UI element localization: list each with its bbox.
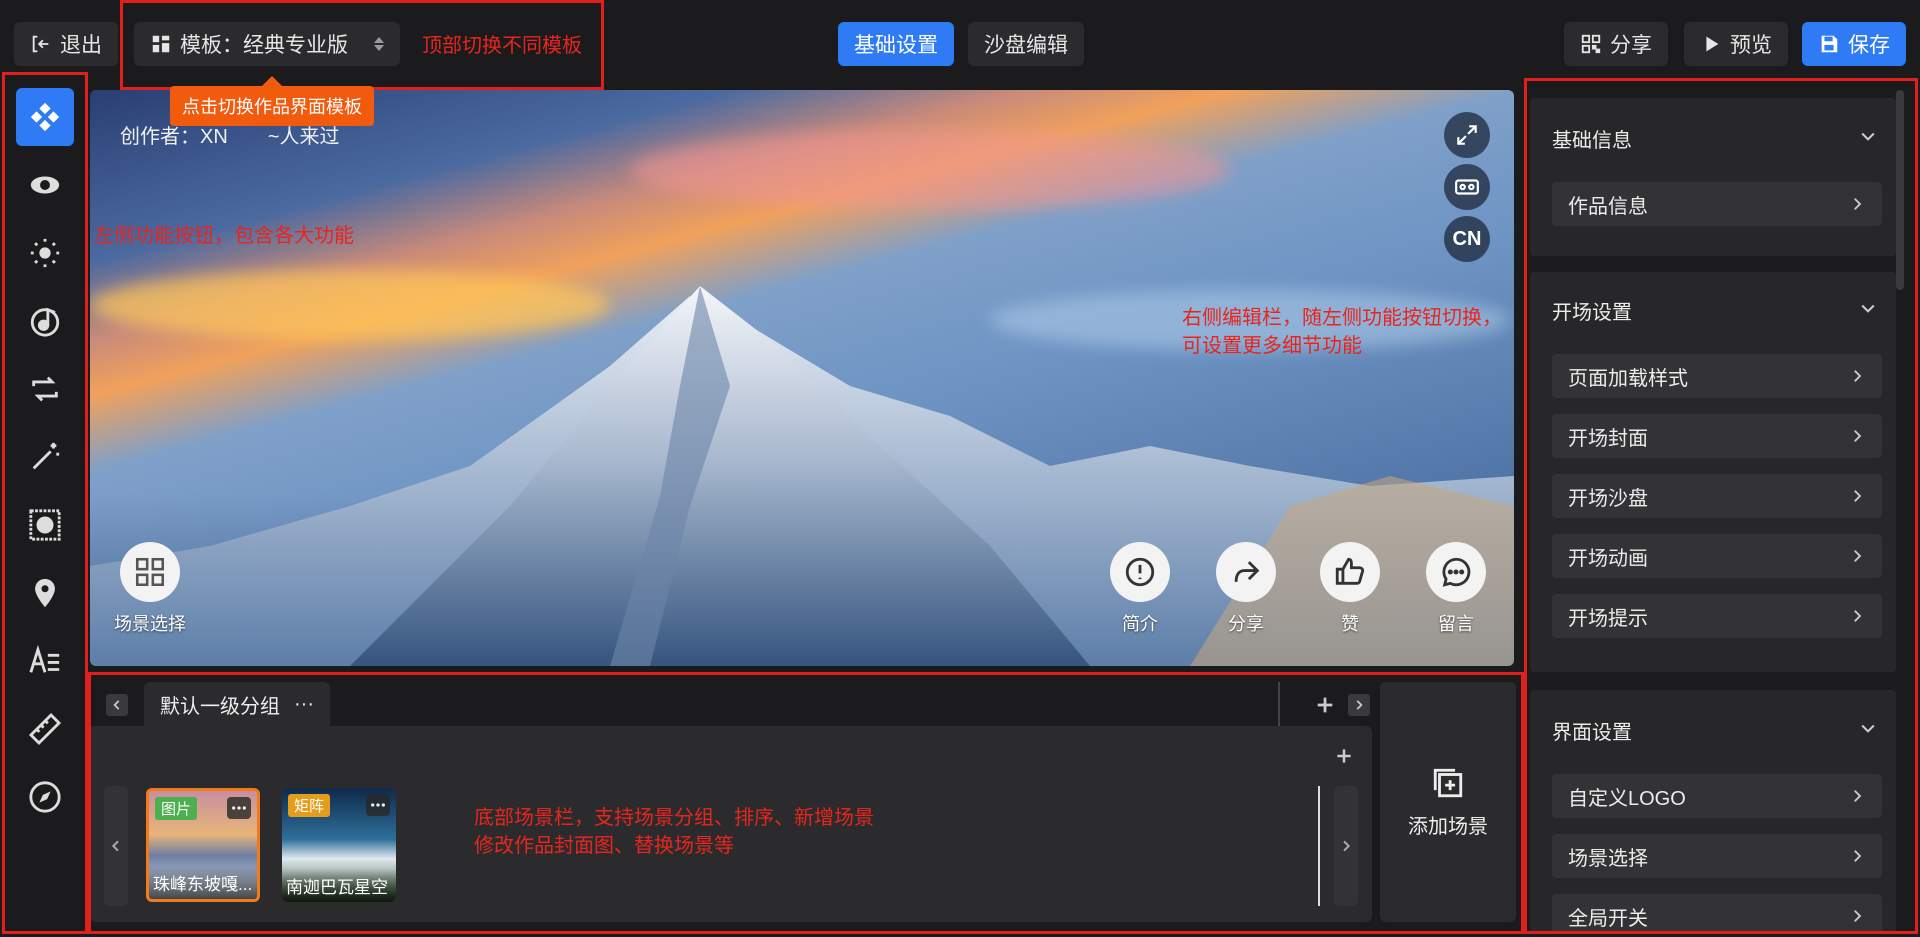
qr-code-icon: [1581, 34, 1601, 54]
share-preview-label: 分享: [1228, 614, 1264, 634]
like-label: 赞: [1341, 614, 1359, 634]
info-icon: [1125, 557, 1155, 587]
comment-label: 留言: [1438, 614, 1474, 634]
annotation-box-left: [2, 72, 88, 934]
annotation-right-text-2: 可设置更多细节功能: [1182, 335, 1362, 357]
comment-button[interactable]: 留言: [1426, 542, 1486, 636]
panorama-preview[interactable]: 创作者：XN ~人来过 CN 场景选择 简介 分享 赞 留言: [90, 90, 1514, 666]
editor-app: 退出 模板：经典专业版 基础设置 沙盘编辑 分享 预览 保存 创作者：XN ~人…: [0, 0, 1920, 937]
annotation-box-right: [1524, 78, 1918, 934]
exit-icon: [32, 35, 49, 53]
scene-select-circle: [120, 542, 180, 602]
annotation-box-bottom: [88, 672, 1524, 934]
preview-label: 预览: [1730, 34, 1772, 57]
language-label: CN: [1452, 227, 1482, 250]
language-button[interactable]: CN: [1444, 216, 1490, 262]
annotation-top-text: 顶部切换不同模板: [422, 35, 582, 57]
tab-basic-settings[interactable]: 基础设置: [838, 22, 954, 66]
scene-select-button[interactable]: 场景选择: [114, 542, 186, 636]
tab-sandbox-edit[interactable]: 沙盘编辑: [968, 22, 1084, 66]
like-button[interactable]: 赞: [1320, 542, 1380, 636]
comment-circle: [1426, 542, 1486, 602]
scene-select-label: 场景选择: [114, 614, 186, 634]
share-icon: [1234, 561, 1260, 582]
fullscreen-button[interactable]: [1444, 112, 1490, 158]
thumbs-up-icon: [1335, 557, 1365, 585]
template-tooltip: 点击切换作品界面模板: [170, 76, 374, 126]
intro-button[interactable]: 简介: [1110, 542, 1170, 636]
play-icon: [1706, 36, 1719, 52]
annotation-right-text-1: 右侧编辑栏，随左侧功能按钮切换，: [1182, 307, 1502, 329]
comment-icon: [1442, 557, 1471, 587]
exit-button[interactable]: 退出: [14, 22, 118, 66]
intro-circle: [1110, 542, 1170, 602]
share-circle: [1216, 542, 1276, 602]
save-icon: [1821, 35, 1838, 53]
sky-cloud: [630, 130, 1230, 210]
save-button[interactable]: 保存: [1802, 22, 1906, 66]
like-circle: [1320, 542, 1380, 602]
share-label: 分享: [1610, 34, 1652, 57]
grid-squares-icon: [135, 557, 165, 587]
intro-label: 简介: [1122, 614, 1158, 634]
exit-label: 退出: [60, 34, 102, 57]
vr-mode-button[interactable]: [1444, 164, 1490, 210]
share-preview-button[interactable]: 分享: [1216, 542, 1276, 636]
annotation-left-text: 左侧功能按钮，包含各大功能: [94, 225, 354, 247]
expand-icon: [1457, 125, 1477, 145]
preview-button[interactable]: 预览: [1684, 22, 1788, 66]
annotation-bottom-text-1: 底部场景栏，支持场景分组、排序、新增场景: [474, 807, 874, 829]
vr-glasses-icon: [1455, 179, 1479, 195]
share-button[interactable]: 分享: [1564, 22, 1668, 66]
save-label: 保存: [1848, 34, 1890, 57]
annotation-bottom-text-2: 修改作品封面图、替换场景等: [474, 835, 734, 857]
